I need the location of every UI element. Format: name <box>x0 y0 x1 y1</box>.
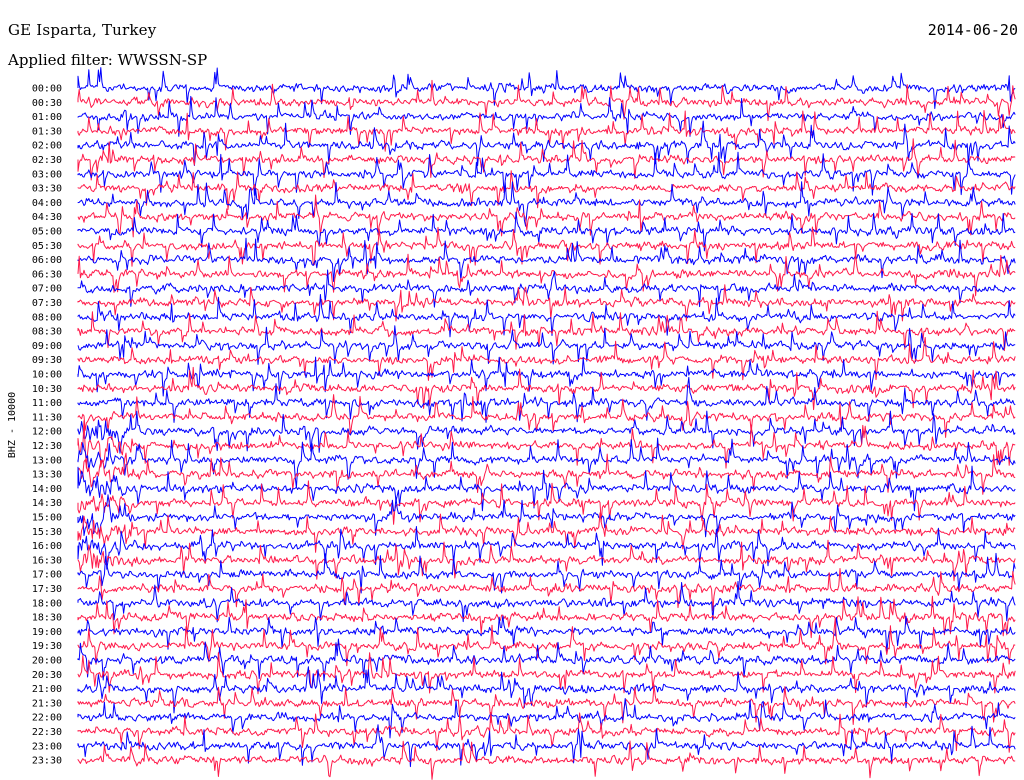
row-label: 15:30 <box>32 527 62 538</box>
row-label: 17:30 <box>32 584 62 595</box>
row-label-group: 00:00 00:30 01:00 01:30 02:00 02:30 03:00 03:30… <box>32 84 62 767</box>
row-label: 09:00 <box>32 341 62 352</box>
row-label: 22:30 <box>32 727 62 738</box>
trace-group <box>77 67 1016 780</box>
row-label: 23:00 <box>32 741 62 752</box>
row-label: 19:30 <box>32 641 62 652</box>
row-label: 01:30 <box>32 126 62 137</box>
row-label: 05:30 <box>32 241 62 252</box>
row-label: 21:30 <box>32 698 62 709</box>
row-label: 14:30 <box>32 498 62 509</box>
trace-row <box>77 226 1016 267</box>
row-label: 14:00 <box>32 484 62 495</box>
row-label: 21:00 <box>32 684 62 695</box>
row-label: 16:30 <box>32 555 62 566</box>
row-label: 11:00 <box>32 398 62 409</box>
row-label: 08:30 <box>32 327 62 338</box>
row-label: 07:30 <box>32 298 62 309</box>
row-label: 10:00 <box>32 370 62 381</box>
y-axis-label: BHZ - 10000 <box>7 392 18 458</box>
row-label: 03:30 <box>32 184 62 195</box>
row-label: 04:30 <box>32 212 62 223</box>
row-label: 06:00 <box>32 255 62 266</box>
row-label: 05:00 <box>32 227 62 238</box>
row-label: 17:00 <box>32 570 62 581</box>
row-label: 20:30 <box>32 670 62 681</box>
row-label: 02:00 <box>32 141 62 152</box>
row-label: 13:00 <box>32 455 62 466</box>
row-label: 20:00 <box>32 656 62 667</box>
row-label: 23:30 <box>32 756 62 767</box>
row-label: 22:00 <box>32 713 62 724</box>
helicorder-stage: GE Isparta, Turkey 2014-06-20 Applied fi… <box>0 0 1024 780</box>
row-label: 18:00 <box>32 598 62 609</box>
row-label: 11:30 <box>32 412 62 423</box>
row-label: 19:00 <box>32 627 62 638</box>
row-label: 02:30 <box>32 155 62 166</box>
trace-row <box>77 420 1016 469</box>
row-label: 10:30 <box>32 384 62 395</box>
row-label: 08:00 <box>32 312 62 323</box>
row-label: 04:00 <box>32 198 62 209</box>
row-label: 18:30 <box>32 613 62 624</box>
row-label: 07:00 <box>32 284 62 295</box>
row-label: 13:30 <box>32 470 62 481</box>
row-label: 01:00 <box>32 112 62 123</box>
row-label: 03:00 <box>32 169 62 180</box>
row-label: 16:00 <box>32 541 62 552</box>
row-label: 00:30 <box>32 98 62 109</box>
trace-row <box>77 376 1016 423</box>
helicorder-plot: 00:00 00:30 01:00 01:30 02:00 02:30 03:00 03:30… <box>7 67 1016 780</box>
row-label: 12:00 <box>32 427 62 438</box>
row-label: 00:00 <box>32 84 62 95</box>
row-label: 09:30 <box>32 355 62 366</box>
row-label: 06:30 <box>32 269 62 280</box>
trace-row <box>77 151 1016 196</box>
row-label: 12:30 <box>32 441 62 452</box>
row-label: 15:00 <box>32 513 62 524</box>
